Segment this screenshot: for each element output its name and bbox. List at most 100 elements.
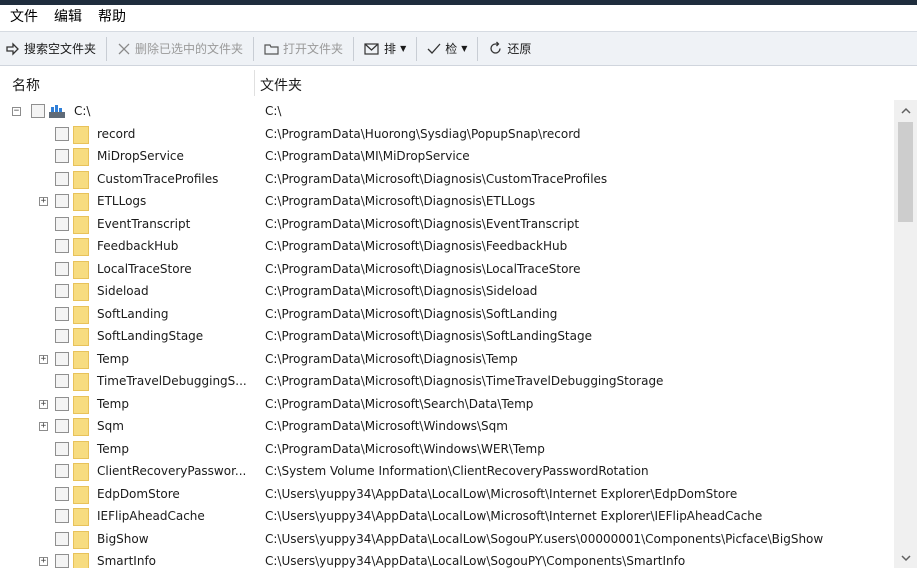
row-checkbox[interactable]: [55, 531, 69, 546]
row-checkbox[interactable]: [55, 261, 69, 276]
vertical-scrollbar[interactable]: [894, 100, 917, 568]
menu-edit[interactable]: 编辑: [44, 5, 88, 30]
row-path: C:\ProgramData\Microsoft\Diagnosis\Local…: [265, 261, 581, 276]
column-header: 名称 文件夹: [0, 66, 917, 99]
table-row[interactable]: FeedbackHub C:\ProgramData\Microsoft\Diag…: [0, 236, 894, 259]
row-checkbox[interactable]: [55, 329, 69, 343]
row-checkbox[interactable]: [55, 284, 69, 298]
row-checkbox[interactable]: [55, 239, 69, 253]
row-checkbox[interactable]: [55, 126, 69, 141]
close-icon: [118, 43, 130, 54]
row-path: C:\ProgramData\Huorong\Sysdiag\PopupSnap…: [265, 126, 581, 141]
row-checkbox[interactable]: [55, 194, 69, 208]
table-row[interactable]: + ETLLogs C:\ProgramData\Microsoft\Diagnos…: [0, 191, 894, 214]
row-checkbox[interactable]: [55, 464, 69, 478]
table-row[interactable]: EventTranscript C:\ProgramData\Microsoft\…: [0, 214, 894, 237]
table-row[interactable]: MiDropService C:\ProgramData\MI\MiDropSer…: [0, 146, 894, 169]
row-checkbox[interactable]: [55, 441, 69, 456]
checkmark-icon: [427, 43, 441, 54]
table-row[interactable]: EdpDomStore C:\Users\yuppy34\AppData\Loca…: [0, 484, 894, 507]
row-checkbox[interactable]: [55, 171, 69, 186]
table-row[interactable]: + Temp C:\ProgramData\Microsoft\Diagnosis\…: [0, 349, 894, 372]
chevron-down-icon: ▼: [400, 44, 407, 53]
search-empty-folders-button[interactable]: 搜索空文件夹: [0, 35, 102, 63]
row-name: CustomTraceProfiles: [97, 171, 219, 186]
row-path: C:\ProgramData\Microsoft\Diagnosis\TimeT…: [265, 374, 664, 388]
scroll-up-button[interactable]: [894, 100, 917, 120]
row-checkbox[interactable]: [55, 554, 69, 568]
table-row[interactable]: TimeTravelDebuggingS... C:\ProgramData\Mi…: [0, 371, 894, 394]
folder-icon: [73, 305, 89, 324]
expand-icon[interactable]: +: [39, 197, 48, 206]
row-checkbox[interactable]: [55, 351, 69, 366]
folder-icon: [73, 148, 89, 166]
row-path: C:\ProgramData\Microsoft\Diagnosis\Sidel…: [265, 284, 538, 298]
table-row[interactable]: LocalTraceStore C:\ProgramData\Microsoft\…: [0, 259, 894, 282]
row-checkbox[interactable]: [55, 149, 69, 163]
table-row[interactable]: Temp C:\ProgramData\Microsoft\Windows\WER…: [0, 439, 894, 462]
table-row[interactable]: CustomTraceProfiles C:\ProgramData\Micros…: [0, 169, 894, 192]
row-checkbox[interactable]: [31, 104, 45, 118]
row-path: C:\System Volume Information\ClientRecov…: [265, 464, 649, 478]
folder-icon: [264, 43, 279, 55]
folder-icon: [73, 283, 89, 301]
table-row[interactable]: ClientRecoveryPasswor... C:\System Volume…: [0, 461, 894, 484]
folder-icon: [73, 373, 89, 391]
folder-icon: [73, 125, 89, 144]
row-checkbox[interactable]: [55, 306, 69, 321]
row-path: C:\ProgramData\Microsoft\Diagnosis\Custo…: [265, 171, 608, 186]
column-divider[interactable]: [254, 70, 255, 96]
scroll-down-button[interactable]: [894, 548, 917, 568]
row-name: Temp: [97, 441, 129, 456]
expand-icon[interactable]: +: [39, 354, 48, 364]
folder-icon: [73, 553, 89, 568]
column-header-name[interactable]: 名称: [12, 75, 40, 95]
row-path: C:\Users\yuppy34\AppData\LocalLow\Micros…: [265, 486, 738, 501]
table-row[interactable]: SoftLandingStage C:\ProgramData\Microsoft…: [0, 326, 894, 349]
table-row[interactable]: record C:\ProgramData\Huorong\Sysdiag\Pop…: [0, 124, 894, 147]
table-row[interactable]: + Sqm C:\ProgramData\Microsoft\Windows\Sqm: [0, 416, 894, 439]
row-path: C:\ProgramData\MI\MiDropService: [265, 149, 470, 163]
table-row[interactable]: Sideload C:\ProgramData\Microsoft\Diagnos…: [0, 281, 894, 304]
table-row[interactable]: IEFlipAheadCache C:\Users\yuppy34\AppData…: [0, 506, 894, 529]
folder-icon: [73, 238, 89, 256]
row-name: MiDropService: [97, 149, 184, 163]
table-row[interactable]: + SmartInfo C:\Users\yuppy34\AppData\Local…: [0, 551, 894, 568]
row-checkbox[interactable]: [55, 396, 69, 411]
row-name: Sideload: [97, 284, 149, 298]
open-folder-button[interactable]: 打开文件夹: [258, 35, 349, 63]
check-dropdown-button[interactable]: 检 ▼: [421, 35, 473, 63]
row-path: C:\ProgramData\Microsoft\Windows\WER\Tem…: [265, 441, 545, 456]
row-checkbox[interactable]: [55, 419, 69, 433]
folder-icon: [73, 260, 89, 279]
table-row[interactable]: + Temp C:\ProgramData\Microsoft\Search\Dat…: [0, 394, 894, 417]
row-checkbox[interactable]: [55, 509, 69, 523]
expand-icon[interactable]: +: [39, 557, 48, 566]
restore-label: 还原: [507, 42, 532, 56]
menu-help[interactable]: 帮助: [88, 5, 132, 30]
chevron-down-icon: [900, 554, 911, 561]
table-row[interactable]: − C:\ C:\: [0, 101, 894, 124]
table-row[interactable]: SoftLanding C:\ProgramData\Microsoft\Diag…: [0, 304, 894, 327]
row-checkbox[interactable]: [55, 216, 69, 231]
select-label: 排: [384, 42, 397, 56]
arrow-right-icon: [6, 41, 19, 56]
expand-icon[interactable]: +: [39, 399, 48, 409]
select-dropdown-button[interactable]: 排 ▼: [358, 35, 412, 63]
check-label: 检: [445, 42, 458, 56]
column-header-folder[interactable]: 文件夹: [260, 75, 302, 95]
collapse-icon[interactable]: −: [12, 107, 21, 116]
row-checkbox[interactable]: [55, 374, 69, 388]
folder-icon: [73, 170, 89, 189]
delete-selected-button[interactable]: 删除已选中的文件夹: [111, 35, 249, 63]
open-folder-label: 打开文件夹: [283, 42, 344, 56]
row-path: C:\ProgramData\Microsoft\Diagnosis\Feedb…: [265, 239, 568, 253]
restore-button[interactable]: 还原: [482, 35, 537, 63]
refresh-icon: [490, 41, 502, 54]
row-name: record: [97, 126, 136, 141]
expand-icon[interactable]: +: [39, 422, 48, 431]
scrollbar-thumb[interactable]: [898, 122, 913, 222]
row-checkbox[interactable]: [55, 486, 69, 501]
table-row[interactable]: BigShow C:\Users\yuppy34\AppData\LocalLow…: [0, 529, 894, 552]
menu-file[interactable]: 文件: [0, 5, 44, 30]
